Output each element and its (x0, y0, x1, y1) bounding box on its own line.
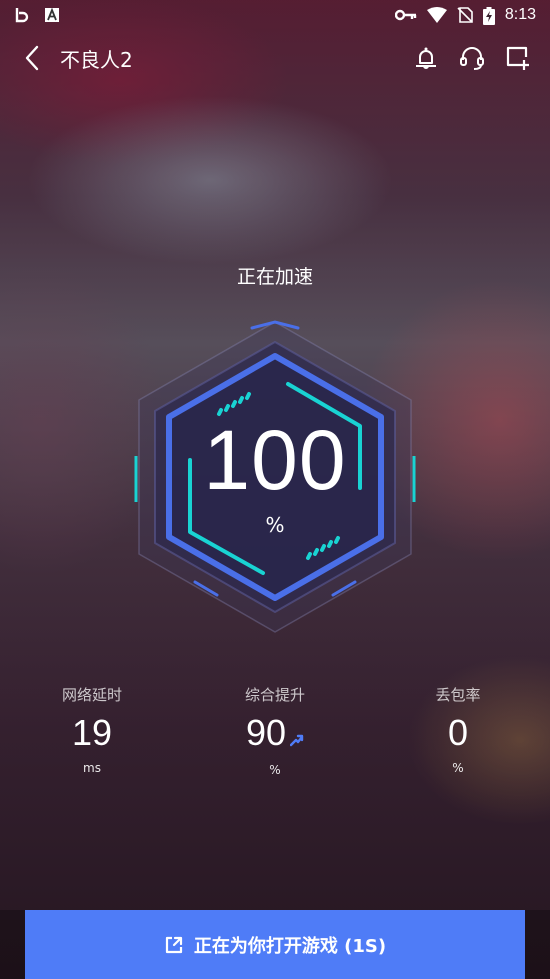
stat-unit: % (269, 763, 281, 778)
stat-value: 0 (447, 712, 469, 753)
stat-packet-loss: 丢包率 0 % (368, 684, 548, 775)
no-sim-icon (457, 7, 473, 23)
wifi-icon (426, 7, 447, 23)
add-window-icon (506, 46, 529, 70)
notification-button[interactable] (410, 38, 442, 78)
back-button[interactable] (16, 38, 48, 78)
bilibili-icon (14, 7, 30, 23)
page-title: 不良人2 (60, 47, 133, 72)
status-time: 8:13 (504, 6, 536, 23)
top-bar: 不良人2 (0, 30, 550, 86)
stat-value: 90 (245, 712, 287, 753)
stat-label: 丢包率 (435, 686, 481, 704)
bell-icon (416, 47, 436, 69)
open-external-icon (165, 936, 182, 953)
stat-label: 综合提升 (244, 686, 305, 704)
stat-value: 19 (71, 712, 113, 753)
stat-latency: 网络延时 19 ms (2, 684, 182, 775)
add-shortcut-button[interactable] (502, 38, 534, 78)
progress-unit: % (265, 513, 285, 537)
font-a-icon (44, 7, 60, 23)
trend-up-icon (289, 717, 304, 753)
key-icon (394, 7, 417, 23)
support-button[interactable] (456, 38, 488, 78)
status-bar: 8:13 (0, 0, 550, 30)
battery-icon (482, 7, 495, 25)
open-game-button[interactable]: 正在为你打开游戏 (1S) (25, 910, 525, 979)
acceleration-status: 正在加速 (236, 266, 313, 288)
stat-label: 网络延时 (61, 686, 122, 704)
open-game-label: 正在为你打开游戏 (1S) (193, 935, 387, 957)
stat-unit: % (452, 761, 464, 775)
headset-icon (460, 47, 484, 70)
stats-panel: 网络延时 19 ms 综合提升 90 % 丢包率 0 % (0, 684, 550, 784)
stat-improvement: 综合提升 90 % (185, 684, 365, 777)
progress-value: 100 (203, 413, 347, 507)
stat-unit: ms (83, 761, 101, 775)
stat-value-row: 90 (185, 715, 365, 753)
chevron-left-icon (25, 45, 39, 71)
